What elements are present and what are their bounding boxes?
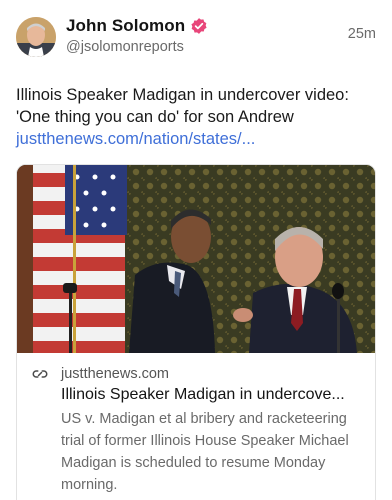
link-preview-card[interactable]: justthenews.com Illinois Speaker Madigan… [16, 164, 376, 500]
post[interactable]: John Solomon @jsolomonreports 25m Illino… [0, 0, 392, 500]
card-description: US v. Madigan et al bribery and racketee… [61, 411, 349, 493]
author-handle[interactable]: @jsolomonreports [66, 39, 348, 55]
avatar[interactable] [16, 17, 56, 57]
card-domain: justthenews.com [61, 366, 169, 382]
card-meta: justthenews.com Illinois Speaker Madigan… [17, 353, 375, 500]
post-header: John Solomon @jsolomonreports 25m [16, 14, 376, 62]
card-title[interactable]: Illinois Speaker Madigan in undercove... [61, 385, 365, 405]
card-image[interactable] [17, 165, 375, 353]
post-link[interactable]: justthenews.com/nation/states/... [16, 128, 378, 150]
post-text: Illinois Speaker Madigan in undercover v… [16, 86, 349, 126]
author-names: John Solomon @jsolomonreports [66, 14, 348, 55]
link-icon [31, 365, 49, 383]
verified-badge-icon [190, 17, 208, 35]
post-body: Illinois Speaker Madigan in undercover v… [16, 84, 378, 150]
author-display-name[interactable]: John Solomon [66, 16, 185, 36]
post-timestamp[interactable]: 25m [348, 26, 376, 42]
